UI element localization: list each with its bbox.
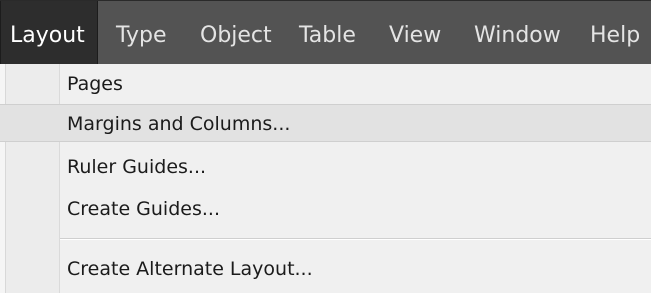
menu-separator <box>60 238 651 240</box>
menu-item-label: Ruler Guides... <box>67 156 207 178</box>
menu-window[interactable]: Window <box>474 1 561 64</box>
menu-item-label: Create Alternate Layout... <box>67 258 313 280</box>
menu-item-margins-and-columns[interactable]: Margins and Columns... <box>0 104 651 142</box>
menu-view[interactable]: View <box>389 1 441 64</box>
menu-help[interactable]: Help <box>590 1 640 64</box>
menu-item-ruler-guides[interactable]: Ruler Guides... <box>0 148 651 186</box>
menu-item-label: Pages <box>67 73 123 95</box>
menu-object[interactable]: Object <box>200 1 272 64</box>
menu-item-create-alternate-layout[interactable]: Create Alternate Layout... <box>0 250 651 288</box>
menu-layout[interactable]: Layout <box>0 1 98 64</box>
menu-item-label: Margins and Columns... <box>67 113 291 135</box>
menu-bar: Layout Type Object Table View Window Hel… <box>0 0 651 64</box>
layout-dropdown-menu: Pages Margins and Columns... Ruler Guide… <box>0 64 651 293</box>
menu-item-create-guides[interactable]: Create Guides... <box>0 190 651 228</box>
menu-item-pages[interactable]: Pages <box>0 65 651 103</box>
menu-item-label: Create Guides... <box>67 198 220 220</box>
menu-type[interactable]: Type <box>116 1 167 64</box>
menu-table[interactable]: Table <box>299 1 356 64</box>
